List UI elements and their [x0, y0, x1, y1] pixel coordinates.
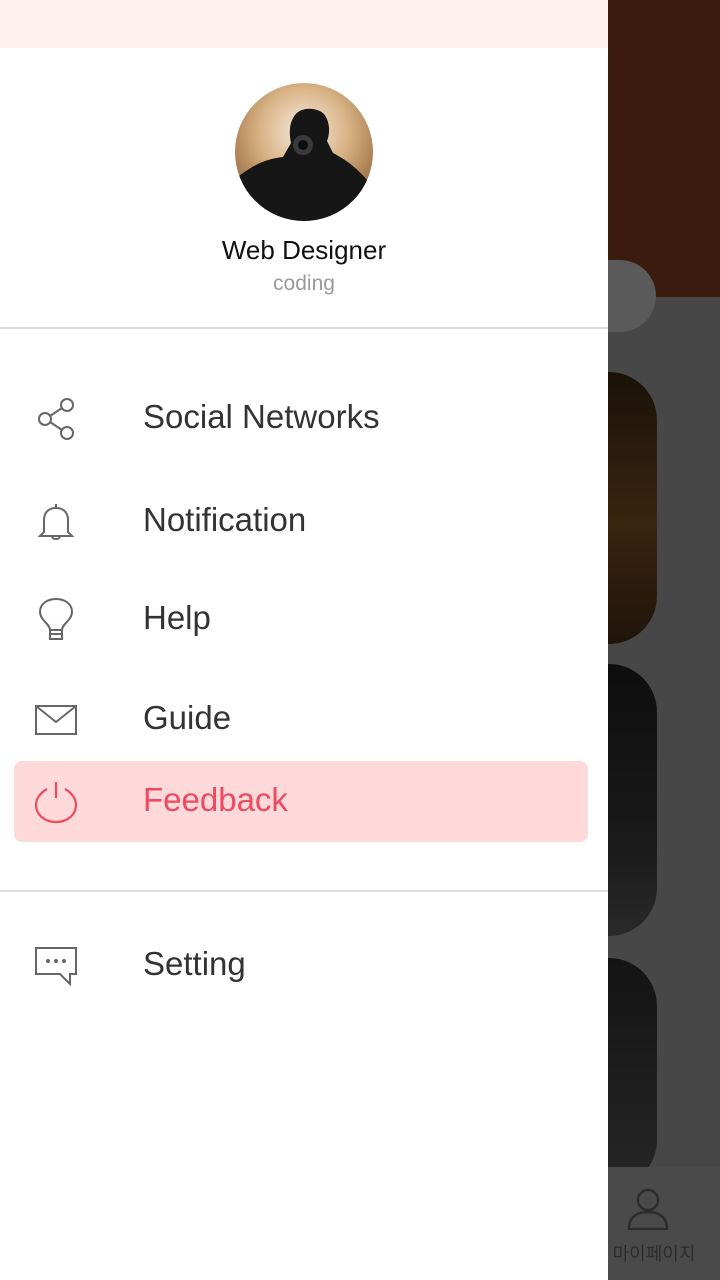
menu-item-label: Feedback — [143, 781, 288, 818]
menu-item-label: Notification — [143, 501, 307, 538]
menu-item-label: Guide — [143, 699, 232, 736]
menu-item-label: Social Networks — [143, 398, 380, 435]
lightbulb-icon — [34, 598, 78, 642]
menu-item-help[interactable]: Help — [0, 579, 608, 661]
avatar[interactable] — [235, 83, 373, 221]
menu-item-guide[interactable]: Guide — [0, 679, 608, 761]
menu-item-notification[interactable]: Notification — [0, 481, 608, 563]
menu-divider — [0, 890, 608, 892]
navigation-drawer: Web Designer coding Social Networks Noti… — [0, 0, 608, 1280]
menu-item-label: Setting — [143, 945, 246, 982]
bottom-nav-mypage-label: 마이페이지 — [612, 1244, 696, 1264]
power-icon — [34, 780, 78, 824]
menu-item-social-networks[interactable]: Social Networks — [0, 378, 608, 460]
mail-icon — [34, 698, 78, 742]
profile-subtitle: coding — [273, 272, 335, 295]
profile-name: Web Designer — [221, 235, 387, 265]
bell-icon — [34, 500, 78, 544]
menu-item-feedback[interactable]: Feedback — [14, 761, 588, 842]
menu-item-label: Help — [143, 599, 211, 636]
menu-item-setting[interactable]: Setting — [0, 925, 608, 1007]
chat-icon — [34, 944, 78, 988]
profile-header: Web Designer coding — [0, 48, 608, 329]
share-icon — [34, 397, 78, 441]
status-bar — [0, 0, 608, 48]
user-icon — [626, 1186, 670, 1230]
